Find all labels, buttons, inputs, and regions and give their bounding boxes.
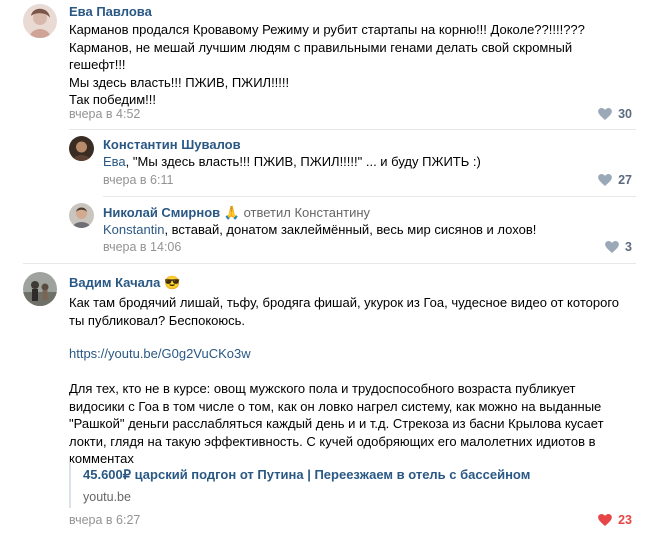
reply-author[interactable]: Константин Шувалов bbox=[103, 137, 241, 152]
avatar-eva-image bbox=[23, 4, 57, 38]
replied-to-label[interactable]: ответил Константину bbox=[244, 205, 370, 220]
comment-line: ты публиковал? Беспокоюсь. bbox=[69, 312, 246, 328]
heart-icon bbox=[598, 174, 612, 186]
youtube-link-text[interactable]: https://youtu.be/G0g2VuCKo3w bbox=[69, 346, 251, 361]
avatar-eva[interactable] bbox=[23, 4, 57, 38]
separator bbox=[23, 263, 636, 264]
avatar-konstantin-image bbox=[69, 136, 94, 161]
comment-paragraph: Для тех, кто не в курсе: овощ мужского п… bbox=[69, 380, 644, 468]
avatar-nikolay-image bbox=[69, 203, 94, 228]
like-button-active[interactable]: 23 bbox=[598, 513, 632, 527]
reply-text-content: , "Мы здесь власть!!! ПЖИВ, ПЖИЛ!!!!!" .… bbox=[125, 154, 481, 169]
avatar-vadim-image bbox=[23, 272, 57, 306]
reply-timestamp[interactable]: вчера в 6:11 bbox=[103, 173, 173, 187]
comment-line: Мы здесь власть!!! ПЖИВ, ПЖИЛ!!!!! bbox=[69, 74, 290, 90]
comment-line: "Рашкой" деньги расслабляться каждый ден… bbox=[69, 416, 604, 431]
comment-line: Так победим!!! bbox=[69, 92, 157, 107]
snippet-title[interactable]: 45.600₽ царский подгон от Путина | Перее… bbox=[83, 467, 530, 483]
avatar-vadim[interactable] bbox=[23, 272, 57, 306]
comment-text: Карманов продался Кровавому Режиму и руб… bbox=[69, 21, 639, 109]
youtube-link[interactable]: https://youtu.be/G0g2VuCKo3w bbox=[69, 345, 251, 363]
reply-author[interactable]: Николай Смирнов 🙏 ответил Константину bbox=[103, 205, 370, 221]
like-button[interactable]: 30 bbox=[598, 107, 632, 121]
comment-text: Как там бродячий лишай, тьфу, бродяга фи… bbox=[69, 294, 644, 329]
snippet-domain: youtu.be bbox=[83, 490, 131, 504]
comment-author[interactable]: Ева Павлова bbox=[69, 4, 152, 19]
reply-timestamp[interactable]: вчера в 14:06 bbox=[103, 240, 181, 254]
comment-author[interactable]: Вадим Качала 😎 bbox=[69, 275, 180, 291]
reply-text-content: , вставай, донатом заклеймённый, весь ми… bbox=[164, 222, 537, 237]
reply-author-name[interactable]: Николай Смирнов bbox=[103, 205, 220, 220]
heart-icon bbox=[598, 108, 612, 120]
like-button[interactable]: 27 bbox=[598, 173, 632, 187]
like-count: 23 bbox=[618, 513, 632, 527]
comment-line: Как там бродячий лишай, тьфу, бродяга фи… bbox=[69, 295, 620, 310]
reply-text: Ева, "Мы здесь власть!!! ПЖИВ, ПЖИЛ!!!!!… bbox=[103, 153, 633, 171]
comment-author-name[interactable]: Вадим Качала bbox=[69, 275, 160, 290]
heart-icon bbox=[598, 514, 612, 526]
comment-timestamp[interactable]: вчера в 6:27 bbox=[69, 513, 140, 527]
separator bbox=[69, 129, 636, 130]
like-count: 30 bbox=[618, 107, 632, 121]
comment-line: Карманов продался Кровавому Режиму и руб… bbox=[69, 22, 585, 37]
like-count: 3 bbox=[625, 240, 632, 254]
author-emoji: 🙏 bbox=[223, 205, 240, 220]
mention-link[interactable]: Ева bbox=[103, 154, 126, 169]
author-emoji: 😎 bbox=[163, 275, 181, 290]
comment-line: локти, глядя на такую эффективность. С к… bbox=[69, 433, 596, 449]
comment-timestamp[interactable]: вчера в 4:52 bbox=[69, 107, 140, 121]
comment-line: Карманов, не мешай лучшим людям с правил… bbox=[69, 39, 573, 55]
avatar-konstantin[interactable] bbox=[69, 136, 94, 161]
link-snippet[interactable]: 45.600₽ царский подгон от Путина | Перее… bbox=[69, 462, 631, 508]
like-button[interactable]: 3 bbox=[605, 240, 632, 254]
like-count: 27 bbox=[618, 173, 632, 187]
mention-link[interactable]: Konstantin bbox=[103, 222, 164, 237]
reply-text: Konstantin, вставай, донатом заклеймённы… bbox=[103, 221, 633, 239]
comment-line: видосики с Гоа в том числе о том, как он… bbox=[69, 398, 602, 414]
comment-line: гешефт!!! bbox=[69, 57, 126, 72]
separator bbox=[103, 196, 636, 197]
heart-icon bbox=[605, 241, 619, 253]
avatar-nikolay[interactable] bbox=[69, 203, 94, 228]
comment-line: Для тех, кто не в курсе: овощ мужского п… bbox=[69, 381, 576, 396]
